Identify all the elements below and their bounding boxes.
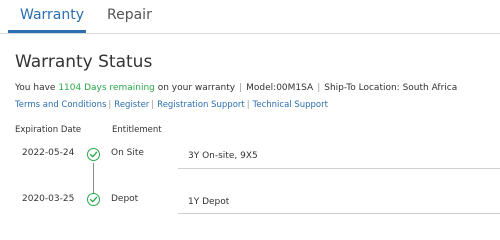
separator: | — [246, 100, 250, 110]
register-link[interactable]: Register — [114, 100, 149, 110]
entitlement-type: On Site — [111, 148, 144, 158]
page-title: Warranty Status — [15, 52, 153, 72]
ship-to-location: Ship-To Location: South Africa — [324, 83, 458, 93]
check-circle-icon — [87, 148, 100, 161]
separator: | — [239, 83, 243, 93]
timeline-connector — [93, 163, 94, 193]
status-suffix: on your warranty — [154, 83, 236, 93]
separator: | — [108, 100, 112, 110]
expiration-date-header: Expiration Date — [15, 125, 82, 135]
status-prefix: You have — [15, 83, 59, 93]
entitlement-description: 3Y On-site, 9X5 — [188, 151, 258, 161]
entitlement-header: Entitlement — [112, 125, 162, 135]
registration-support-link[interactable]: Registration Support — [157, 100, 245, 110]
days-remaining: 1104 Days remaining — [58, 83, 155, 93]
tab-bar: Warranty Repair — [0, 0, 500, 34]
warranty-links: Terms and Conditions | Register | Registrati… — [15, 99, 328, 111]
technical-support-link[interactable]: Technical Support — [253, 100, 328, 110]
entitlement-type: Depot — [111, 194, 139, 204]
expiration-date: 2022-05-24 — [22, 148, 75, 158]
check-circle-icon — [87, 193, 100, 206]
tab-warranty[interactable]: Warranty — [20, 6, 84, 24]
active-tab-indicator — [8, 30, 86, 33]
separator: | — [317, 83, 321, 93]
expiration-date: 2020-03-25 — [22, 194, 75, 204]
row-divider — [178, 168, 500, 169]
separator: | — [151, 100, 155, 110]
row-divider — [178, 213, 500, 214]
model-number: Model:00M1SA — [246, 83, 314, 93]
entitlement-description: 1Y Depot — [188, 197, 230, 207]
tab-repair[interactable]: Repair — [107, 6, 152, 24]
warranty-status-line: You have 1104 Days remaining on your war… — [15, 82, 457, 95]
terms-and-conditions-link[interactable]: Terms and Conditions — [15, 100, 106, 110]
